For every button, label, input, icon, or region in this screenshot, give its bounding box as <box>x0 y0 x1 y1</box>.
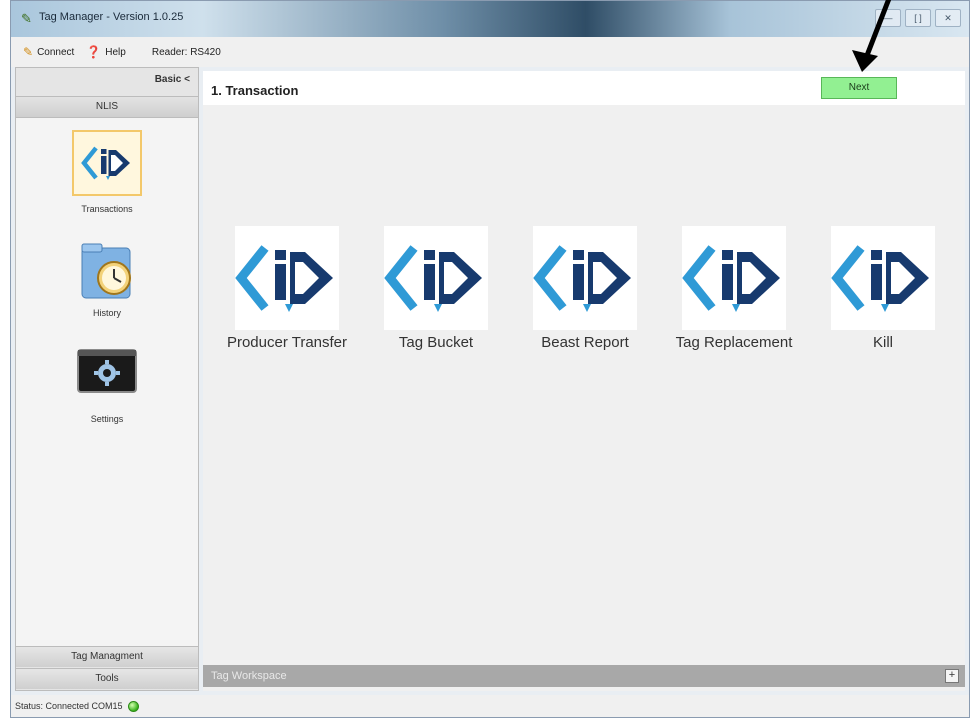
title-bar: ✎ Tag Manager - Version 1.0.25 — [ ] ✕ <box>11 1 969 37</box>
tag-workspace-bar[interactable]: Tag Workspace + <box>203 665 965 687</box>
tag-app-icon: ✎ <box>21 11 32 26</box>
help-label: Help <box>105 46 126 58</box>
sidebar-header-nlis[interactable]: NLIS <box>16 96 198 118</box>
connection-status-icon <box>127 700 139 712</box>
menu-bar: ✎ Connect ❓ Help Reader: RS420 <box>11 37 969 67</box>
next-button[interactable]: Next <box>821 77 897 99</box>
reader-info: Reader: RS420 <box>152 47 221 58</box>
status-text: Status: Connected COM15 <box>15 701 123 711</box>
tile-tag-replacement[interactable]: Tag Replacement <box>659 226 809 351</box>
maximize-button[interactable]: [ ] <box>905 9 931 27</box>
sidebar-footer-tools[interactable]: Tools <box>16 668 198 689</box>
help-menu[interactable]: ❓ Help <box>86 45 126 59</box>
cid-logo-icon <box>72 130 142 196</box>
tile-label: Kill <box>872 334 893 351</box>
sidebar-item-settings[interactable]: Settings <box>16 346 198 424</box>
workspace-label: Tag Workspace <box>211 670 287 682</box>
tile-label: Beast Report <box>541 334 629 351</box>
sidebar-item-label: History <box>92 308 121 318</box>
status-bar: Status: Connected COM15 <box>11 695 969 717</box>
tile-label: Producer Transfer <box>226 334 348 351</box>
sidebar-item-label: Settings <box>90 414 124 424</box>
connect-menu[interactable]: ✎ Connect <box>23 45 74 59</box>
tile-kill[interactable]: Kill <box>808 226 958 351</box>
sidebar-item-history[interactable]: History <box>16 240 198 318</box>
tile-label: Tag Replacement <box>675 334 793 351</box>
cid-logo-icon <box>682 226 786 330</box>
gear-icon <box>76 346 138 396</box>
tile-beast-report[interactable]: Beast Report <box>510 226 660 351</box>
main-panel: 1. Transaction Next Producer Transfer Ta… <box>203 71 965 691</box>
sidebar-footer-tag-managment[interactable]: Tag Managment <box>16 646 198 667</box>
window-title: Tag Manager - Version 1.0.25 <box>39 11 184 23</box>
sidebar-panel: Transactions History Settings <box>16 118 198 646</box>
tile-label: Tag Bucket <box>398 334 474 351</box>
cid-logo-icon <box>235 226 339 330</box>
minimize-button[interactable]: — <box>875 9 901 27</box>
connect-label: Connect <box>37 46 75 58</box>
window-controls: — [ ] ✕ <box>875 9 961 27</box>
tile-tag-bucket[interactable]: Tag Bucket <box>361 226 511 351</box>
cid-logo-icon <box>533 226 637 330</box>
reader-label: Reader: RS420 <box>151 46 221 58</box>
step-bar: 1. Transaction Next <box>203 71 965 105</box>
step-title: 1. Transaction <box>211 83 299 98</box>
expand-button[interactable]: + <box>945 669 959 683</box>
cid-logo-icon <box>384 226 488 330</box>
basic-toggle[interactable]: Basic < <box>155 74 190 85</box>
transaction-tiles: Producer Transfer Tag Bucket Beast Repor… <box>203 226 965 366</box>
connect-icon: ✎ <box>23 45 34 59</box>
help-icon: ❓ <box>86 45 102 59</box>
app-window: ✎ Tag Manager - Version 1.0.25 — [ ] ✕ ✎… <box>10 0 970 718</box>
close-button[interactable]: ✕ <box>935 9 961 27</box>
tile-producer-transfer[interactable]: Producer Transfer <box>212 226 362 351</box>
clock-folder-icon <box>76 240 138 302</box>
sidebar: Basic < NLIS Transactions History Settin… <box>15 67 199 691</box>
cid-logo-icon <box>831 226 935 330</box>
sidebar-item-transactions[interactable]: Transactions <box>16 130 198 214</box>
sidebar-item-label: Transactions <box>81 204 133 214</box>
